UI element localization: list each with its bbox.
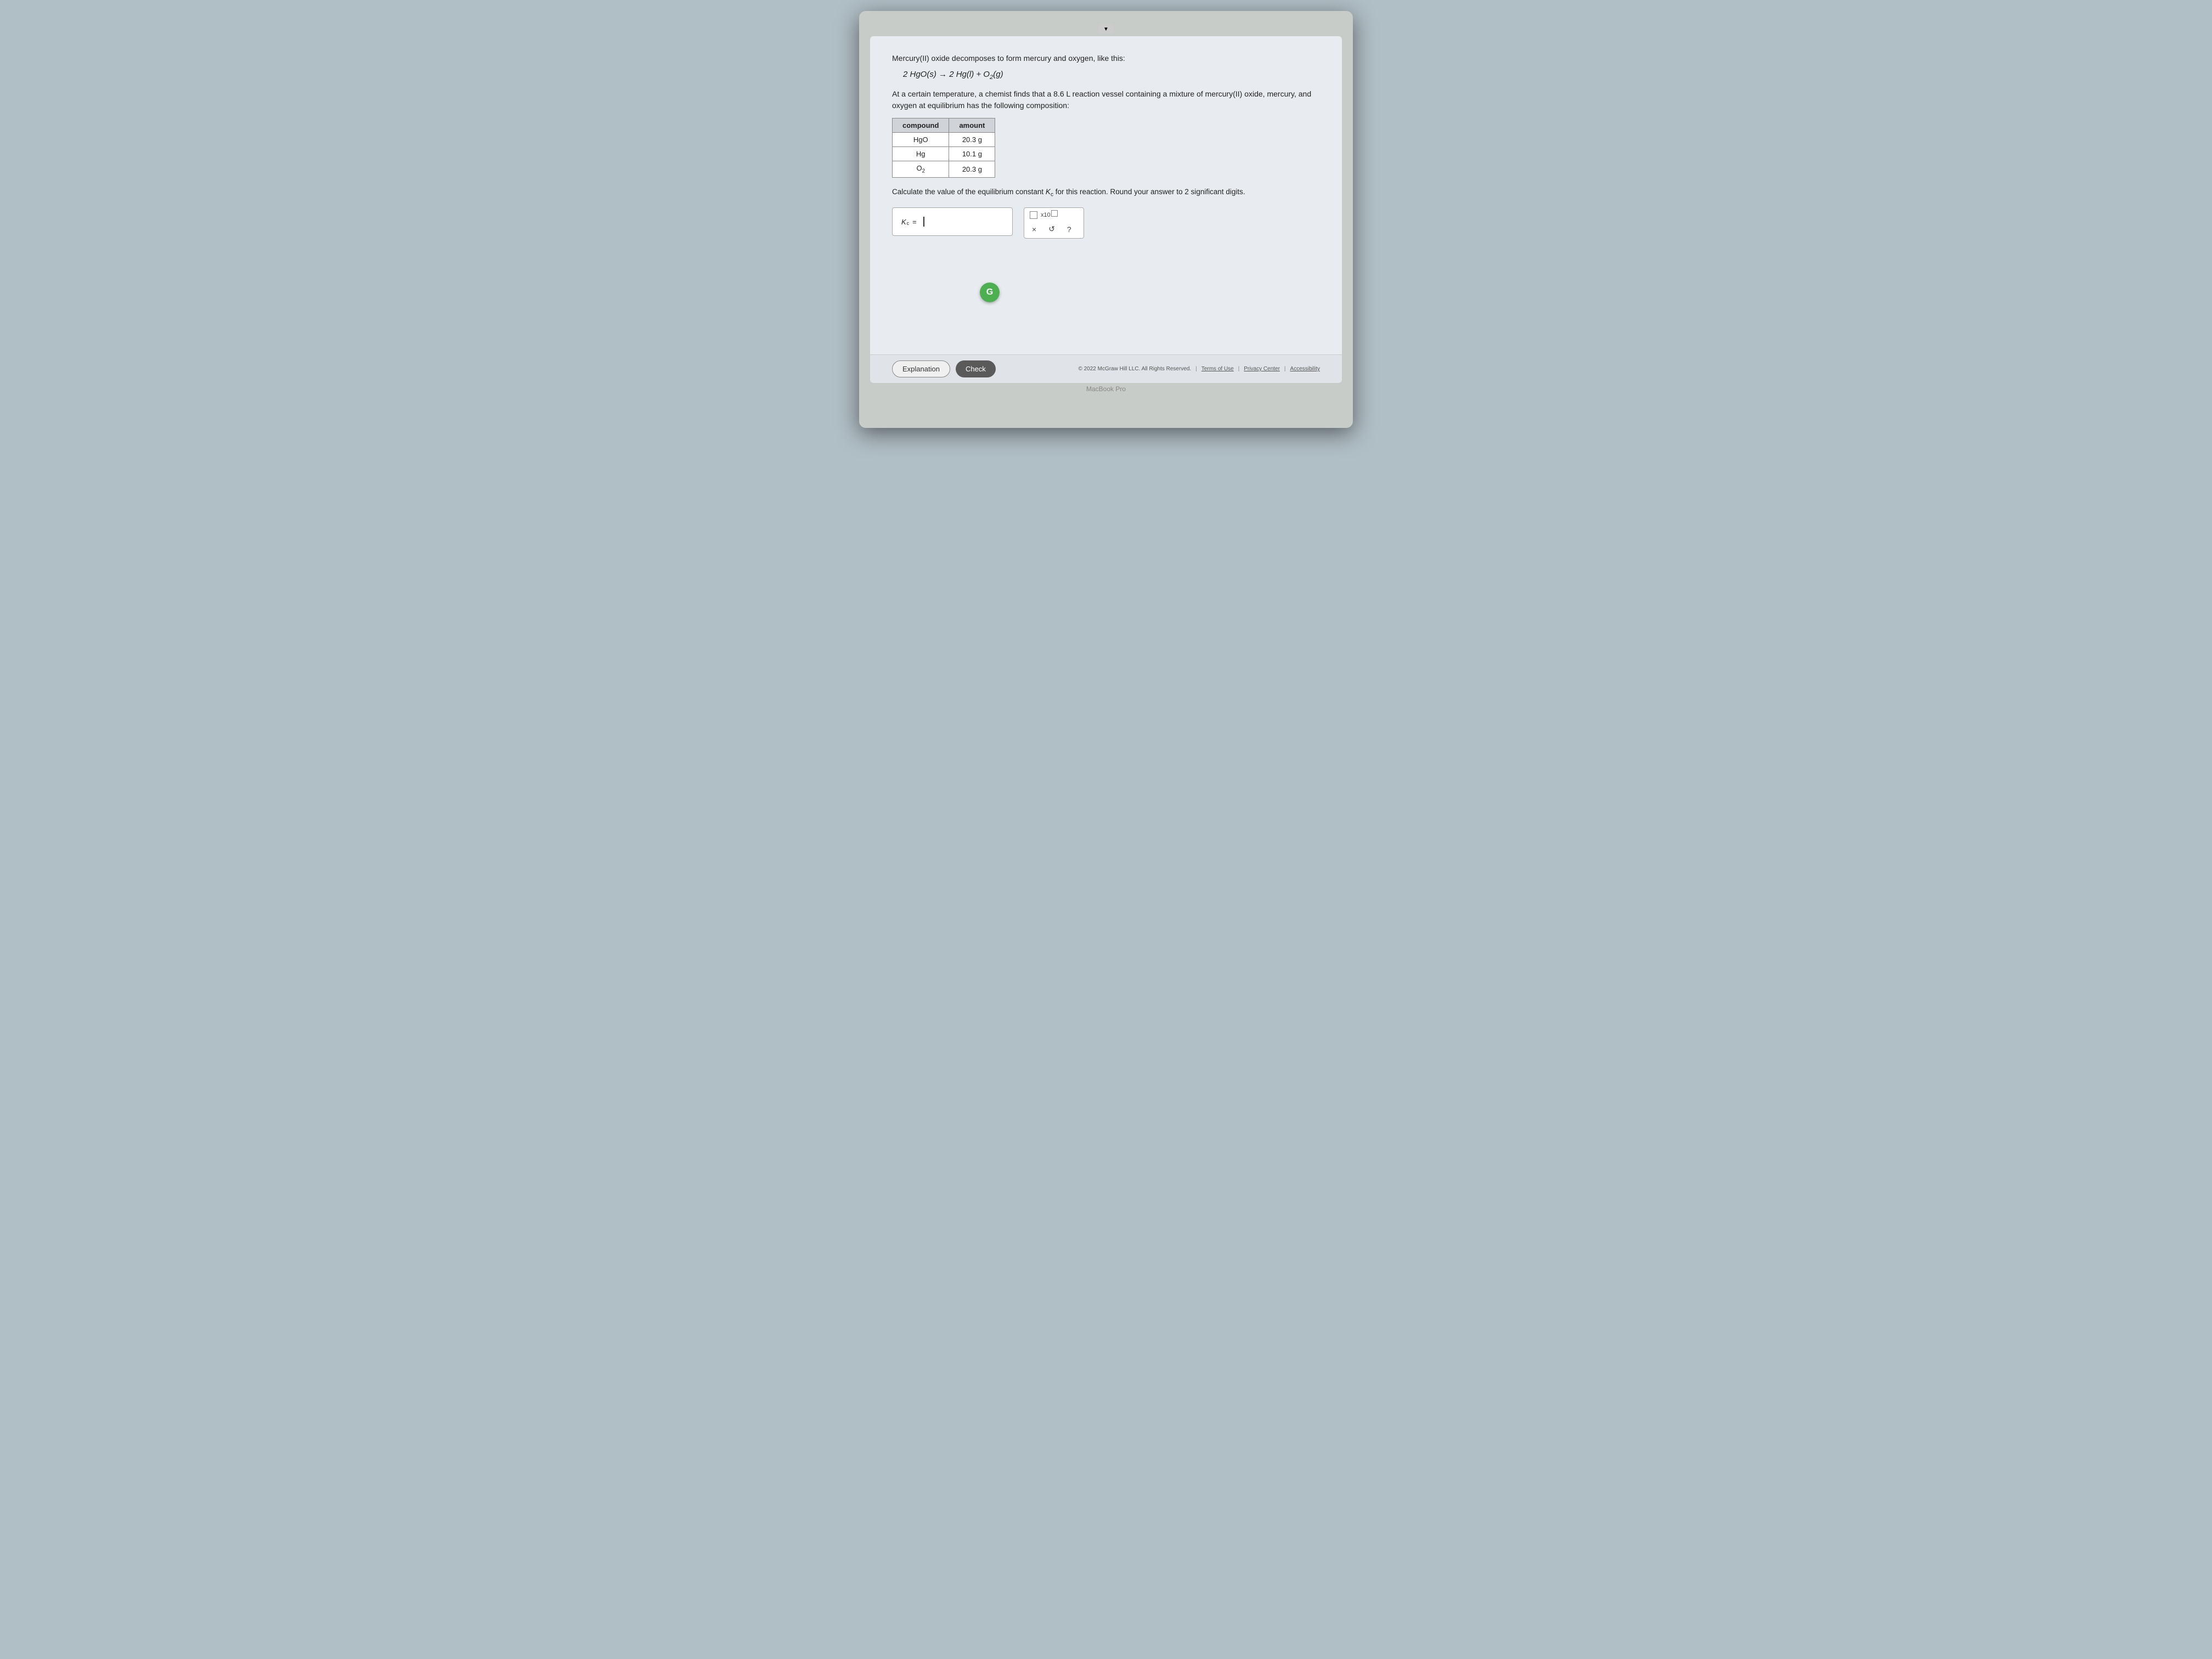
toolbar-row-2: × ↺ ? [1030, 223, 1078, 235]
table-cell-compound: O2 [893, 161, 949, 178]
math-toolbar: x10 × ↺ ? [1024, 207, 1084, 239]
screen: Mercury(II) oxide decomposes to form mer… [870, 36, 1342, 383]
terms-link[interactable]: Terms of Use [1201, 366, 1234, 372]
table-cell-amount: 10.1 g [949, 147, 995, 161]
cross-button[interactable]: × [1030, 224, 1039, 235]
toolbar-checkbox[interactable] [1030, 211, 1037, 219]
toolbar-row-1: x10 [1030, 211, 1078, 219]
table-header-amount: amount [949, 119, 995, 133]
g-avatar-label: G [986, 287, 993, 297]
bottom-bar: Explanation Check © 2022 McGraw Hill LLC… [870, 354, 1342, 383]
kc-label: Kc [901, 218, 909, 226]
x10-label: x10 [1041, 212, 1058, 218]
browser-content: Mercury(II) oxide decomposes to form mer… [870, 36, 1342, 354]
footer-copyright: © 2022 McGraw Hill LLC. All Rights Reser… [1078, 366, 1320, 372]
accessibility-link[interactable]: Accessibility [1290, 366, 1320, 372]
explanation-button[interactable]: Explanation [892, 360, 950, 377]
question-text: Calculate the value of the equilibrium c… [892, 187, 1320, 199]
table-row: Hg 10.1 g [893, 147, 995, 161]
table-cell-compound: HgO [893, 133, 949, 147]
separator-2: | [1238, 366, 1240, 372]
check-button[interactable]: Check [956, 360, 996, 377]
bottom-left-buttons: Explanation Check [892, 360, 996, 377]
separator-3: | [1284, 366, 1286, 372]
help-button[interactable]: ? [1065, 224, 1074, 235]
table-row: HgO 20.3 g [893, 133, 995, 147]
table-header-compound: compound [893, 119, 949, 133]
separator-1: | [1195, 366, 1197, 372]
g-avatar-button[interactable]: G [980, 283, 1000, 302]
compound-table: compound amount HgO 20.3 g Hg 10.1 g O2 [892, 118, 995, 178]
table-cell-amount: 20.3 g [949, 161, 995, 178]
answer-area: Kc = x10 × ↺ ? [892, 207, 1320, 239]
table-cell-amount: 20.3 g [949, 133, 995, 147]
kc-cursor [923, 217, 924, 227]
undo-button[interactable]: ↺ [1046, 223, 1057, 235]
kc-input-container[interactable]: Kc = [892, 207, 1013, 236]
equation-display: 2 HgO(s) → 2 Hg(l) + O2(g) [903, 70, 1320, 81]
superscript-box [1051, 210, 1058, 217]
laptop-frame: ▼ Mercury(II) oxide decomposes to form m… [859, 11, 1353, 428]
copyright-text: © 2022 McGraw Hill LLC. All Rights Reser… [1078, 366, 1191, 372]
context-text: At a certain temperature, a chemist find… [892, 88, 1320, 111]
chevron-down-button[interactable]: ▼ [1098, 24, 1114, 34]
kc-equals: = [912, 218, 917, 226]
privacy-link[interactable]: Privacy Center [1244, 366, 1280, 372]
table-row: O2 20.3 g [893, 161, 995, 178]
macbook-label: MacBook Pro [870, 383, 1342, 395]
intro-text: Mercury(II) oxide decomposes to form mer… [892, 53, 1320, 64]
table-cell-compound: Hg [893, 147, 949, 161]
